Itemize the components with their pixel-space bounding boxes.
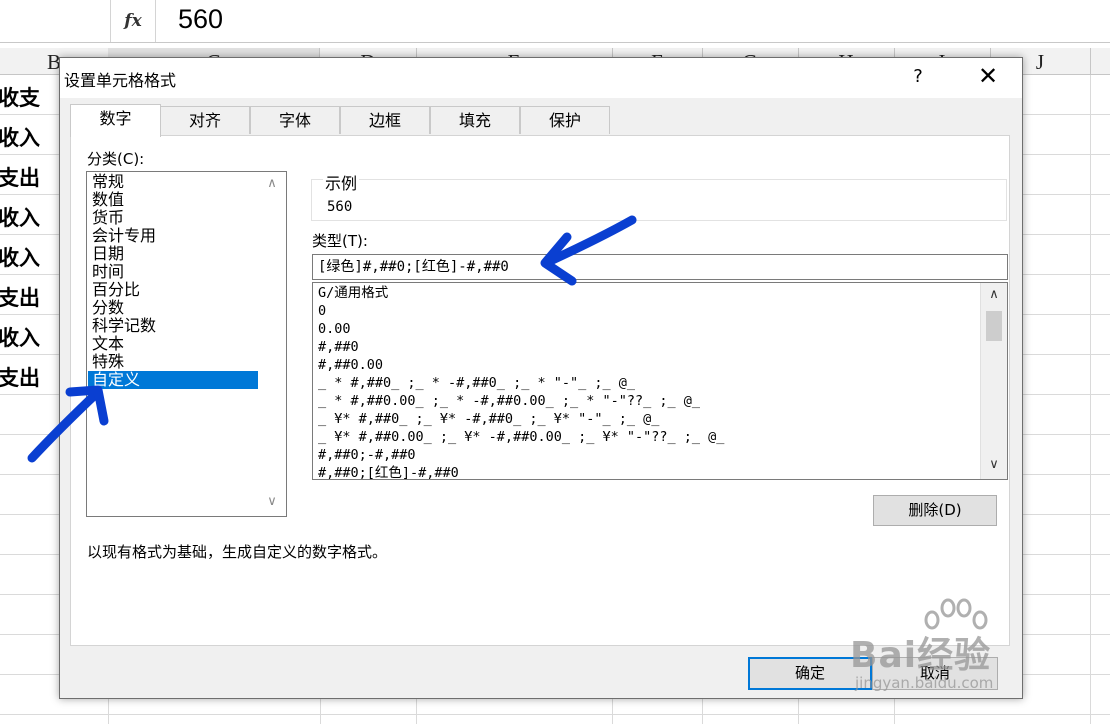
annotation-arrows [27, 215, 637, 463]
tab-number[interactable]: 数字 [70, 104, 161, 137]
arrow-to-custom-category-icon [27, 387, 103, 463]
